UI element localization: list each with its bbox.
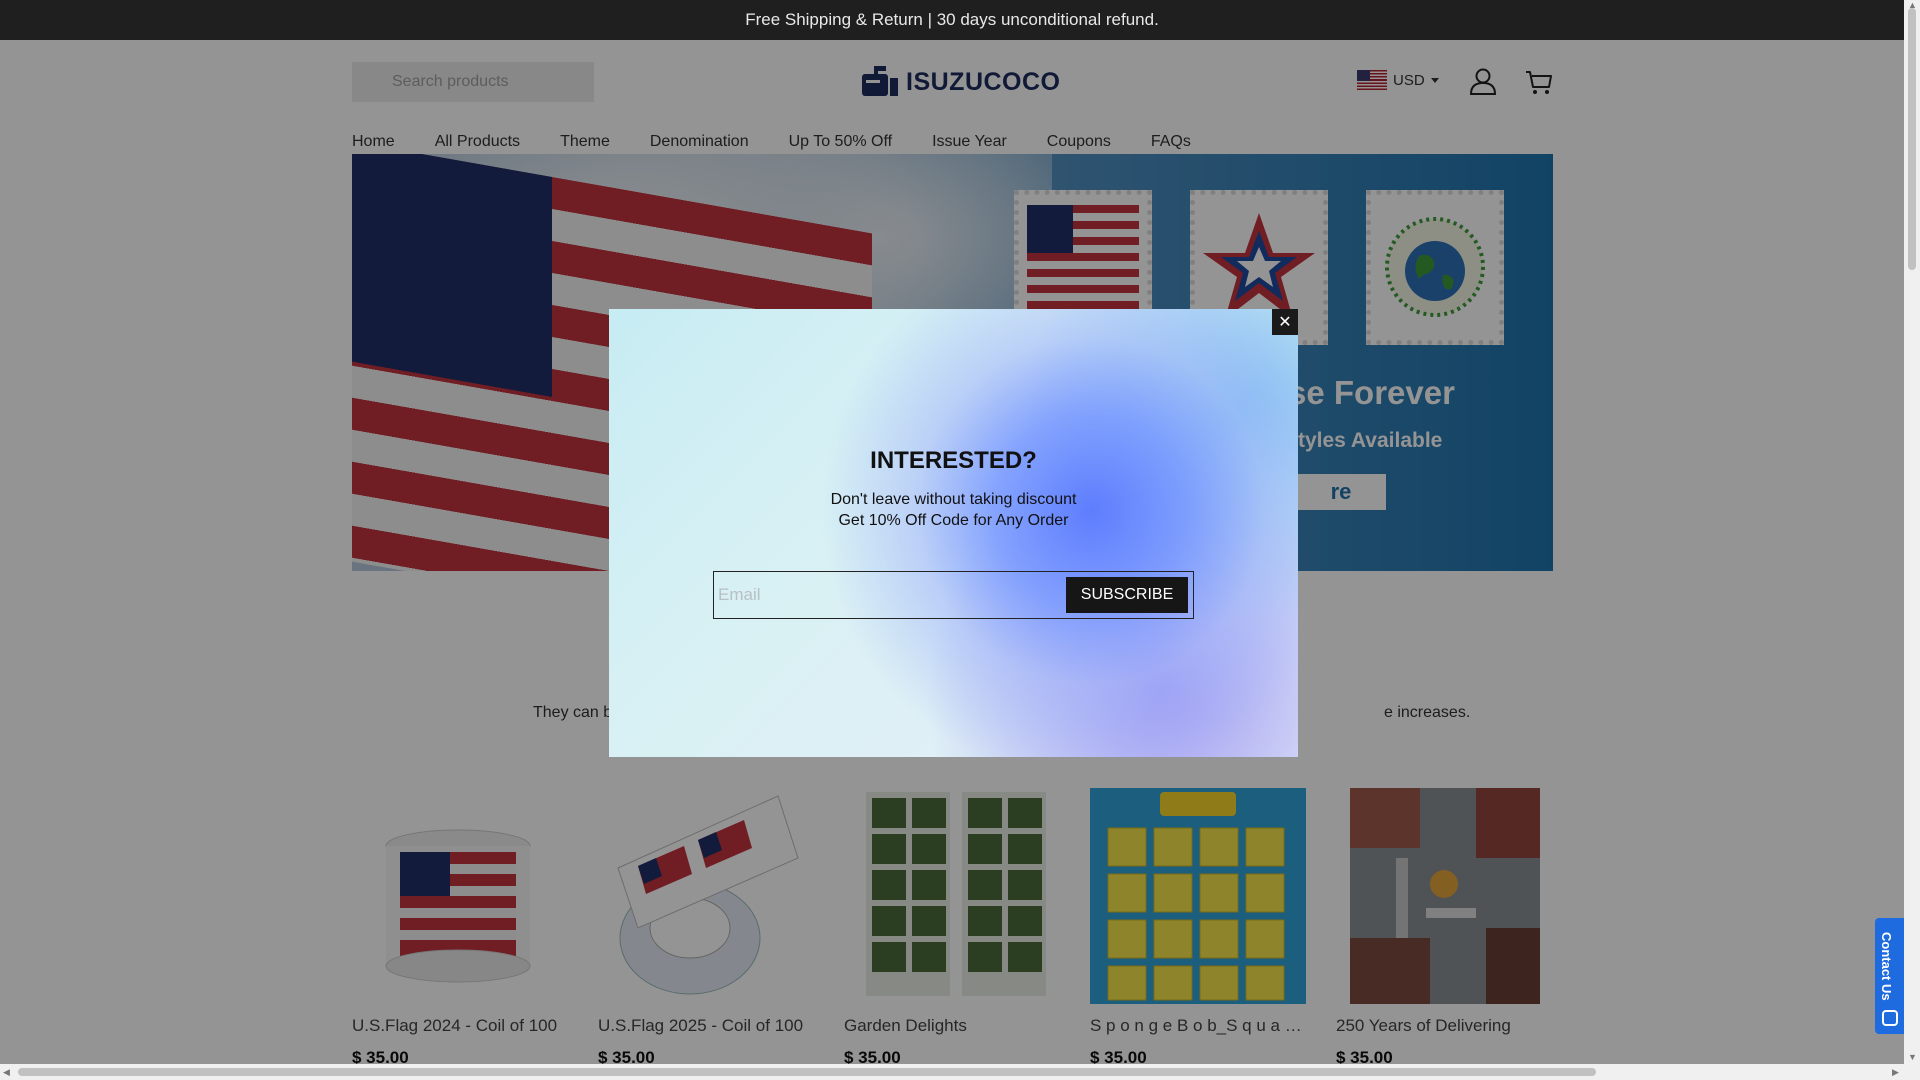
vertical-scrollbar[interactable]: ▲ ▼ — [1904, 0, 1920, 1080]
horizontal-scrollbar[interactable]: ◀ ▶ — [0, 1064, 1904, 1080]
subscribe-button[interactable]: SUBSCRIBE — [1066, 577, 1188, 613]
horizontal-scroll-thumb[interactable] — [18, 1068, 1596, 1076]
popup-title: INTERESTED? — [870, 447, 1037, 474]
popup-message: Don't leave without taking discount — [830, 491, 1077, 508]
contact-us-label: Contact Us — [1879, 932, 1894, 1001]
popup-offer: Get 10% Off Code for Any Order — [838, 512, 1069, 529]
vertical-scroll-thumb[interactable] — [1908, 8, 1916, 270]
email-field[interactable] — [718, 576, 1066, 614]
scroll-down-icon[interactable]: ▼ — [1908, 1052, 1917, 1062]
announcement-text: Free Shipping & Return | 30 days uncondi… — [745, 10, 1159, 29]
discount-popup: ✕ INTERESTED? Don't leave without taking… — [609, 309, 1298, 757]
close-icon[interactable]: ✕ — [1272, 309, 1298, 335]
subscribe-form: SUBSCRIBE — [713, 571, 1194, 619]
announcement-bar: Free Shipping & Return | 30 days uncondi… — [0, 0, 1904, 40]
chat-icon — [1882, 1010, 1898, 1026]
scroll-left-icon[interactable]: ◀ — [3, 1067, 10, 1078]
scroll-right-icon[interactable]: ▶ — [1892, 1067, 1899, 1078]
contact-us-tab[interactable]: Contact Us — [1875, 918, 1905, 1034]
